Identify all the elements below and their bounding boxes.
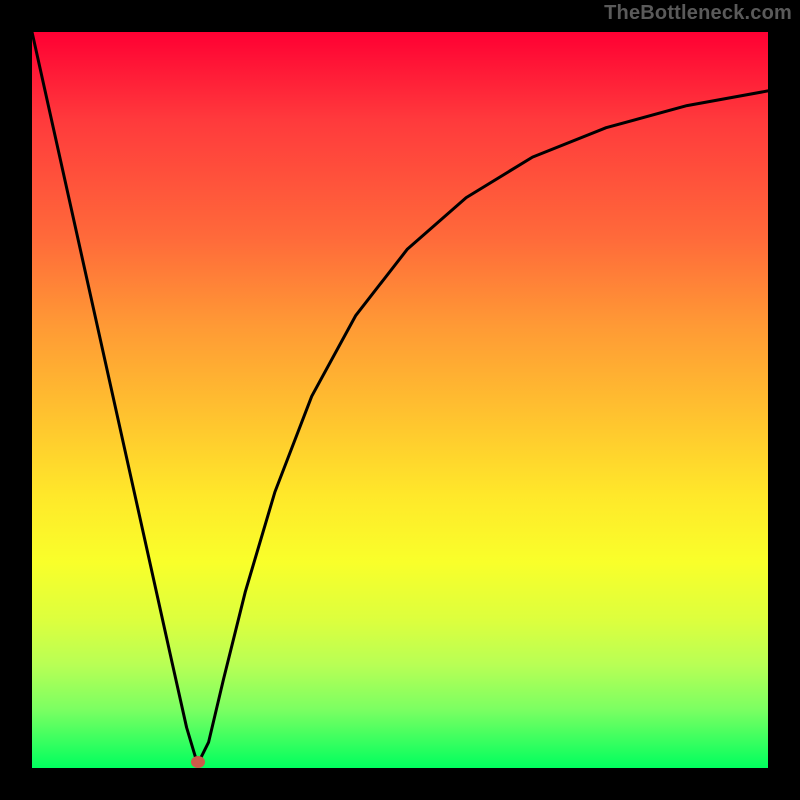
bottleneck-curve-svg: [32, 32, 768, 768]
chart-frame: TheBottleneck.com: [0, 0, 800, 800]
minimum-marker: [191, 756, 205, 768]
watermark-text: TheBottleneck.com: [604, 2, 792, 25]
bottleneck-curve-path: [32, 32, 768, 764]
